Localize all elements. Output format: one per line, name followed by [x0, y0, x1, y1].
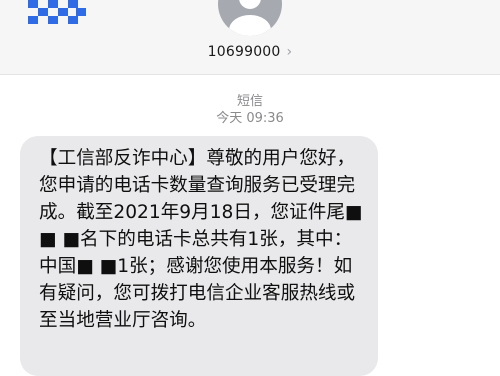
contact-number: 10699000	[207, 44, 281, 60]
conversation-header: 10699000 ›	[0, 0, 500, 75]
contact-name-button[interactable]: 10699000 ›	[0, 44, 500, 60]
chevron-right-icon: ›	[286, 44, 293, 60]
mosaic-logo-icon	[28, 0, 86, 24]
person-avatar-icon	[229, 0, 271, 36]
channel-label: 短信	[236, 94, 263, 109]
message-text: 【工信部反诈中心】尊敬的用户您好，您申请的电话卡数量查询服务已受理完成。截至20…	[39, 148, 369, 331]
message-timestamp: 今天 09:36	[216, 111, 284, 126]
contact-avatar[interactable]	[218, 0, 282, 36]
incoming-message-bubble[interactable]: 【工信部反诈中心】尊敬的用户您好，您申请的电话卡数量查询服务已受理完成。截至20…	[20, 136, 378, 376]
thread-meta: 短信 今天 09:36	[0, 93, 500, 127]
